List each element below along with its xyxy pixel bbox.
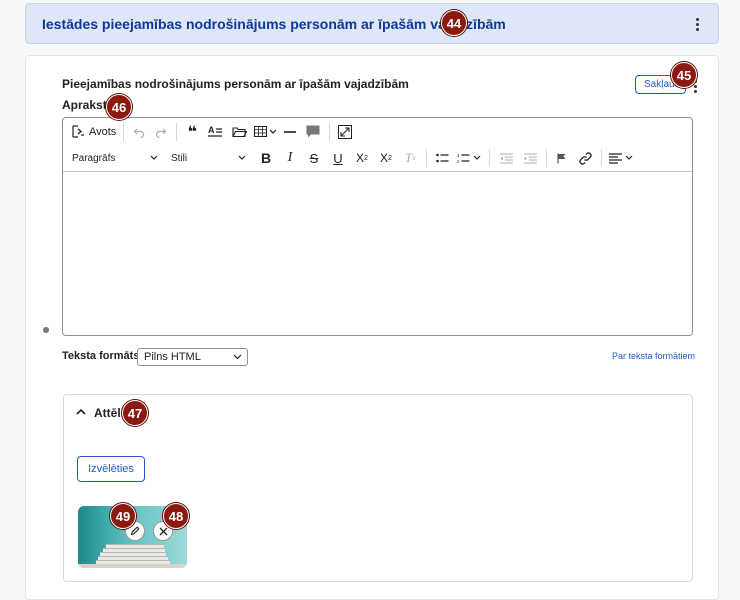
- anchor-button[interactable]: [551, 147, 573, 169]
- pencil-icon: [130, 526, 140, 536]
- remove-format-button[interactable]: Tx: [398, 147, 422, 169]
- chevron-down-icon: [473, 155, 481, 160]
- chevron-down-icon: [269, 129, 277, 134]
- outdent-icon: [499, 152, 513, 164]
- superscript-button[interactable]: X2: [350, 147, 374, 169]
- bulleted-list-button[interactable]: [431, 147, 453, 169]
- text-format-help-link[interactable]: Par teksta formātiem: [612, 351, 695, 361]
- svg-text:A: A: [208, 125, 215, 135]
- kebab-icon[interactable]: [694, 18, 700, 31]
- table-button[interactable]: [251, 121, 279, 143]
- numbered-list-icon: 12: [457, 153, 470, 164]
- blockquote-icon: ❝: [187, 123, 197, 141]
- horizontal-line-button[interactable]: [279, 121, 301, 143]
- redo-icon: [156, 128, 167, 138]
- drag-handle-dot: [43, 327, 49, 333]
- table-icon: [253, 126, 267, 137]
- file-browser-button[interactable]: [227, 121, 251, 143]
- paragraph-label: Paragrāfs: [72, 152, 116, 164]
- chevron-down-icon: [625, 155, 633, 160]
- styles-dropdown[interactable]: Stili: [171, 147, 246, 169]
- indent-icon: [523, 152, 537, 164]
- paragraph-dropdown[interactable]: Paragrāfs: [72, 147, 158, 169]
- source-button[interactable]: Avots: [71, 121, 116, 143]
- horizontal-line-icon: [284, 130, 297, 133]
- comment-button[interactable]: [301, 121, 325, 143]
- undo-icon: [133, 128, 145, 138]
- align-icon: [609, 152, 622, 164]
- link-button[interactable]: [573, 147, 597, 169]
- text-style-icon: A: [207, 125, 222, 137]
- italic-button[interactable]: I: [278, 147, 302, 169]
- text-format-select[interactable]: Pilns HTML: [137, 348, 248, 366]
- numbered-list-button[interactable]: 12: [453, 147, 485, 169]
- fullscreen-button[interactable]: [334, 121, 356, 143]
- badge-44: 44: [441, 10, 467, 36]
- badge-48: 48: [163, 503, 189, 529]
- source-icon: [72, 125, 84, 138]
- badge-49: 49: [110, 503, 136, 529]
- underline-button[interactable]: U: [326, 147, 350, 169]
- styles-label: Stili: [171, 152, 188, 164]
- bulleted-list-icon: [435, 153, 448, 162]
- undo-button[interactable]: [128, 121, 150, 143]
- superscript-label: X: [356, 151, 365, 165]
- rich-text-editor: Avots ❝ A Paragrāfs Stili B I S U X 2 X …: [62, 117, 693, 336]
- remove-format-label: T: [404, 150, 413, 165]
- editor-toolbar-row-2: Paragrāfs Stili B I S U X2 X2 Tx 12: [63, 145, 692, 172]
- images-title[interactable]: Attēli: [94, 406, 124, 420]
- redo-button[interactable]: [150, 121, 172, 143]
- badge-45: 45: [671, 62, 697, 88]
- choose-image-button[interactable]: Izvēlēties: [77, 456, 145, 482]
- comment-icon: [306, 125, 320, 138]
- text-format-label: Teksta formāts: [62, 350, 140, 362]
- subscript-button[interactable]: X2: [374, 147, 398, 169]
- svg-text:2: 2: [457, 159, 460, 164]
- text-style-button[interactable]: A: [203, 121, 227, 143]
- chevron-down-icon: [238, 155, 246, 160]
- editor-toolbar-row-1: Avots ❝ A: [63, 118, 692, 145]
- text-format-value: Pilns HTML: [144, 351, 201, 363]
- flag-icon: [557, 153, 566, 163]
- link-icon: [578, 151, 592, 165]
- chevron-up-icon[interactable]: [76, 408, 86, 415]
- folder-icon: [232, 126, 247, 137]
- indent-button[interactable]: [518, 147, 542, 169]
- chevron-down-icon: [233, 354, 242, 360]
- close-icon: [159, 527, 167, 535]
- field-title: Pieejamības nodrošinājums personām ar īp…: [62, 77, 409, 91]
- badge-47: 47: [122, 400, 148, 426]
- subscript-label: X: [380, 151, 389, 165]
- bold-button[interactable]: B: [254, 147, 278, 169]
- fullscreen-icon: [338, 124, 353, 139]
- editor-content-area[interactable]: [63, 172, 692, 335]
- section-title: Iestādes pieejamības nodrošinājums perso…: [42, 16, 506, 32]
- svg-text:1: 1: [457, 153, 460, 158]
- strikethrough-button[interactable]: S: [302, 147, 326, 169]
- chevron-down-icon: [150, 155, 158, 160]
- section-header[interactable]: Iestādes pieejamības nodrošinājums perso…: [25, 3, 719, 44]
- outdent-button[interactable]: [494, 147, 518, 169]
- source-label: Avots: [89, 125, 117, 138]
- align-dropdown[interactable]: [606, 147, 636, 169]
- blockquote-button[interactable]: ❝: [181, 121, 203, 143]
- badge-46: 46: [106, 94, 132, 120]
